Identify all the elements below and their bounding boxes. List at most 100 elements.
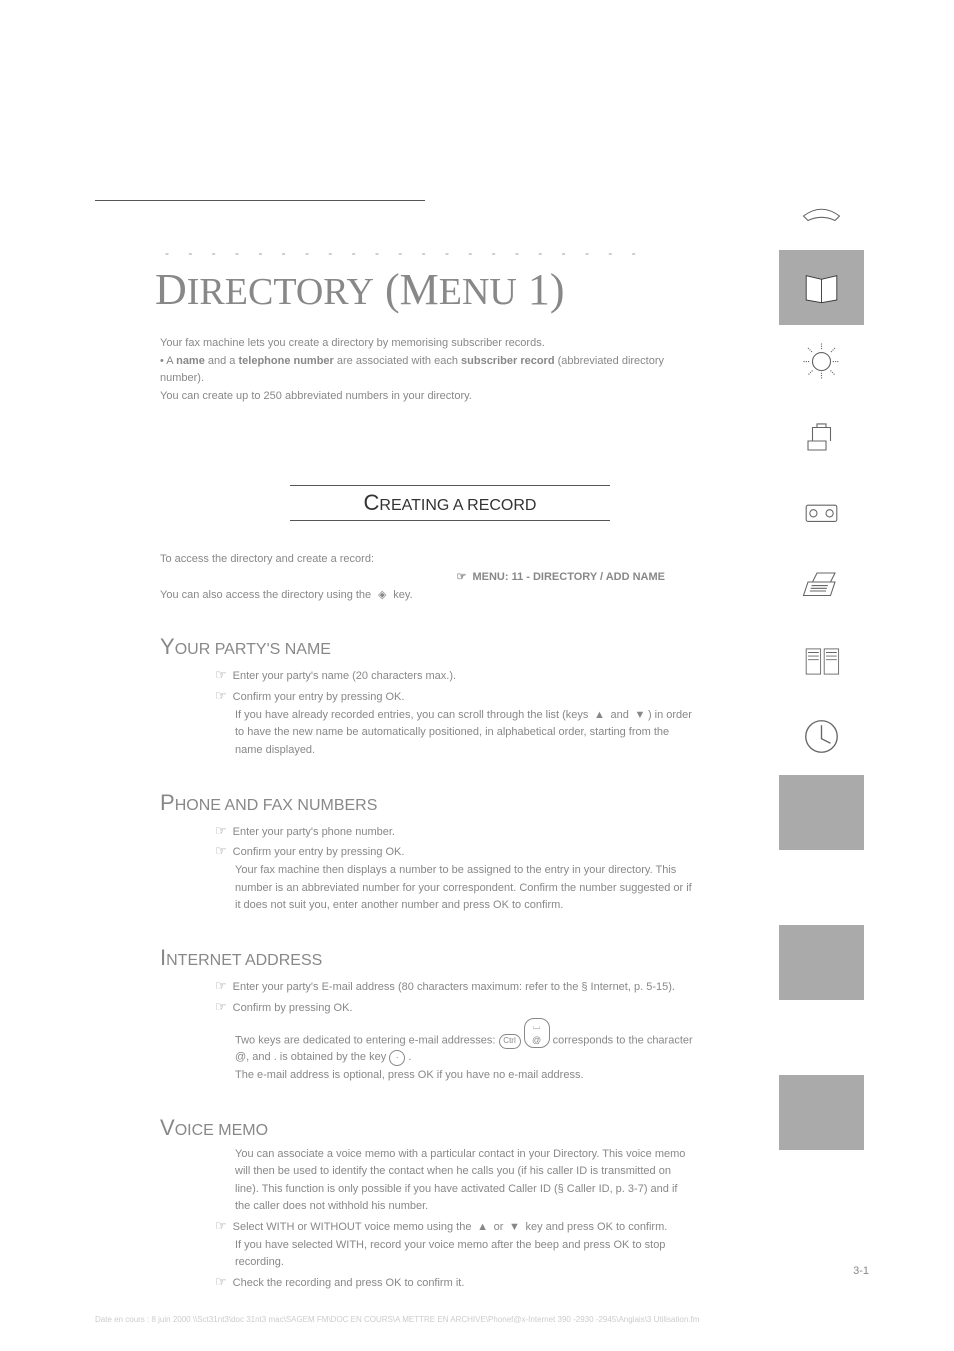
- vm-line2: ☞ Check the recording and press OK to con…: [215, 1272, 695, 1293]
- in-line2-text: Confirm by pressing OK.: [233, 1002, 353, 1014]
- sidebar-tad: [779, 475, 864, 550]
- in-1: NTERNET: [166, 952, 241, 969]
- vm-2: MEMO: [214, 1122, 268, 1139]
- main-title: DIRECTORY (MENU 1): [155, 264, 695, 315]
- down-arrow-icon: ▼: [632, 707, 648, 725]
- directory-icon: [799, 264, 844, 312]
- pn-4: NAME: [280, 641, 331, 658]
- title-part1: IRECTORY: [187, 271, 374, 313]
- pn-3: 'S: [267, 641, 281, 658]
- pf-3: FAX: [258, 797, 293, 814]
- footer-text: Date en cours : 8 juin 2000 \\Sct31nt3\d…: [95, 1315, 699, 1324]
- creating-record-heading: CREATING A RECORD: [290, 485, 610, 521]
- sidebar-phone: [779, 175, 864, 250]
- pointer-icon: ☞: [215, 688, 227, 703]
- intro-line3: You can create up to 250 abbreviated num…: [160, 388, 695, 406]
- pointer-icon: ☞: [215, 1274, 227, 1289]
- sidebar-blank-3: [779, 925, 864, 1000]
- tad-icon: [799, 489, 844, 537]
- vm-para1: You can associate a voice memo with a pa…: [235, 1146, 695, 1216]
- pn-2: PARTY: [210, 641, 266, 658]
- dashed-line: - - - - - - - - - - - - - - - - - - - - …: [165, 246, 695, 260]
- title-cap-m: (M: [374, 265, 439, 314]
- vm-line2-text: Check the recording and press OK to conf…: [233, 1277, 465, 1289]
- down-arrow-icon: ▼: [506, 1219, 522, 1237]
- pf-line1: ☞ Enter your party's phone number.: [215, 821, 695, 842]
- intro-2b: name: [176, 355, 205, 367]
- intro-2c: and a: [205, 355, 239, 367]
- phone-fax-heading: PHONE AND FAX NUMBERS: [160, 790, 695, 816]
- pn-line2-text: Confirm your entry by pressing OK.: [233, 691, 405, 703]
- pn-line1: ☞Enter your party's name (20 characters …: [215, 665, 695, 686]
- pf-1: HONE: [175, 797, 221, 814]
- pn-line2: ☞ Confirm your entry by pressing OK.: [215, 686, 695, 707]
- pf-2: AND: [221, 797, 258, 814]
- title-part3: ENU: [439, 271, 517, 313]
- page-number: 3-1: [853, 1265, 869, 1277]
- in-para3: The e-mail address is optional, press OK…: [235, 1067, 695, 1085]
- intro-2e: are associated with each: [334, 355, 461, 367]
- intro-line2: • A name and a telephone number are asso…: [160, 353, 695, 388]
- pf-line2: ☞ Confirm your entry by pressing OK.: [215, 841, 695, 862]
- fax-icon: [799, 414, 844, 462]
- sidebar-options: [779, 625, 864, 700]
- ctrl-key-icon: Ctrl: [499, 1034, 521, 1049]
- header-rule: [95, 200, 425, 201]
- pf-para: Your fax machine then displays a number …: [235, 862, 695, 915]
- intro-line1: Your fax machine lets you create a direc…: [160, 335, 695, 353]
- print-icon: [799, 564, 844, 612]
- pf-cap: P: [160, 790, 175, 815]
- pointer-icon: ☞: [215, 823, 227, 838]
- in-para1: Two keys are dedicated to entering e-mai…: [235, 1018, 695, 1068]
- heading-rest: REATING: [379, 497, 449, 514]
- at-key-icon: ⌴ @: [524, 1018, 550, 1049]
- pf-line2-text: Confirm your entry by pressing OK.: [233, 846, 405, 858]
- safety-icon: [799, 714, 844, 762]
- in-line1-text: Enter your party's E-mail address (80 ch…: [233, 981, 675, 993]
- pointer-icon: ☞: [215, 667, 227, 682]
- sidebar-print: [779, 550, 864, 625]
- menu-path: ☞ MENU: 11 - DIRECTORY / ADD NAME: [160, 569, 665, 587]
- settings-icon: [799, 339, 844, 387]
- up-arrow-icon: ▲: [475, 1219, 491, 1237]
- content-area: - - - - - - - - - - - - - - - - - - - - …: [95, 200, 695, 1293]
- in-line2: ☞Confirm by pressing OK.: [215, 997, 695, 1018]
- keys-hint: You can also access the directory using …: [160, 587, 695, 605]
- sidebar-fax: [779, 400, 864, 475]
- vm-1: OICE: [175, 1122, 214, 1139]
- vm-cap: V: [160, 1115, 175, 1140]
- heading-cap: C: [364, 490, 380, 515]
- sidebar-tabs: [779, 175, 864, 1150]
- phone-icon: [799, 189, 844, 237]
- sidebar-blank-2: [779, 850, 864, 925]
- intro-2f: subscriber record: [461, 355, 555, 367]
- sidebar-blank-4: [779, 1000, 864, 1075]
- pn-1: OUR: [175, 641, 211, 658]
- in-2: ADDRESS: [241, 952, 322, 969]
- sidebar-blank-5: [779, 1075, 864, 1150]
- directory-key-icon: ◈: [374, 587, 390, 605]
- dot-key-icon: ·: [389, 1050, 405, 1066]
- title-cap-end: 1): [517, 265, 565, 314]
- internet-heading: INTERNET ADDRESS: [160, 945, 695, 971]
- party-name-heading: YOUR PARTY'S NAME: [160, 634, 695, 660]
- pointer-icon: ☞: [453, 569, 469, 587]
- pointer-icon: ☞: [215, 1218, 227, 1233]
- sidebar-directory: [779, 250, 864, 325]
- pf-4: NUMBERS: [293, 797, 377, 814]
- in-line1: ☞ Enter your party's E-mail address (80 c…: [215, 976, 695, 997]
- menu-path-text: MENU: 11 - DIRECTORY / ADD NAME: [472, 571, 665, 583]
- pointer-icon: ☞: [215, 843, 227, 858]
- pn-cap: Y: [160, 634, 175, 659]
- pf-line1-text: Enter your party's phone number.: [233, 826, 395, 838]
- voice-memo-heading: VOICE MEMO: [160, 1115, 695, 1141]
- vm-line1: ☞Select WITH or WITHOUT voice memo using…: [215, 1216, 695, 1237]
- sidebar-settings: [779, 325, 864, 400]
- pointer-icon: ☞: [215, 978, 227, 993]
- title-cap-d: D: [155, 265, 187, 314]
- creating-record-heading-wrap: CREATING A RECORD: [290, 485, 610, 521]
- heading-rest2: A RECORD: [449, 497, 536, 514]
- intro-2a: • A: [160, 355, 176, 367]
- up-arrow-icon: ▲: [591, 707, 607, 725]
- page-container: - - - - - - - - - - - - - - - - - - - - …: [0, 0, 954, 1351]
